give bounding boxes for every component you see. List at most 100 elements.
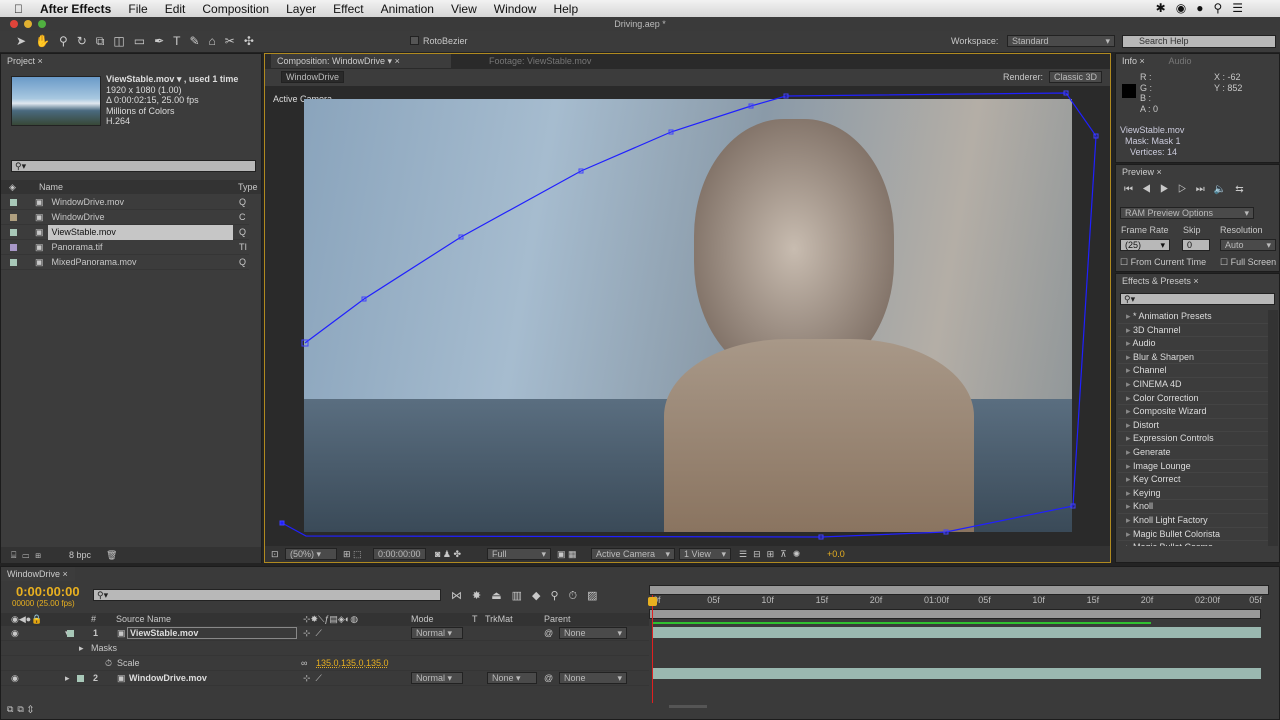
project-footer-icons[interactable]: ⌸▭⊞	[11, 547, 47, 563]
frame-rate-select[interactable]: (25) ▾	[1120, 239, 1170, 251]
twirl-closed-icon[interactable]: ▸	[79, 641, 84, 656]
effect-category[interactable]: ▸ Image Lounge	[1118, 460, 1268, 474]
menu-window[interactable]: Window	[494, 2, 537, 16]
label-color[interactable]	[10, 259, 17, 267]
column-type[interactable]: Type	[238, 180, 258, 194]
transparency-grid-icon[interactable]: ▣ ▦	[557, 546, 577, 562]
effect-category[interactable]: ▸ Blur & Sharpen	[1118, 351, 1268, 365]
layer-switches[interactable]: ⊹ ⟋	[303, 626, 322, 641]
time-ruler[interactable]: 0f05f10f15f20f01:00f05f10f15f20f02:00f05…	[649, 595, 1269, 607]
menu-help[interactable]: Help	[553, 2, 578, 16]
project-search-input[interactable]: ⚲▾	[11, 160, 256, 172]
menu-animation[interactable]: Animation	[381, 2, 434, 16]
from-current-time-checkbox[interactable]: ☐ From Current Time	[1120, 257, 1206, 268]
effect-category[interactable]: ▸ Distort	[1118, 419, 1268, 433]
bpc-button[interactable]: 8 bpc	[69, 547, 91, 563]
effect-category[interactable]: ▸ Generate	[1118, 446, 1268, 460]
resolution-select[interactable]: Full ▾	[487, 548, 551, 560]
link-icon[interactable]: ∞	[301, 656, 307, 671]
ram-preview-options-select[interactable]: RAM Preview Options ▾	[1120, 207, 1254, 219]
current-time-button[interactable]: 0:00:00:00	[373, 548, 426, 560]
tab-info[interactable]: Info ×	[1116, 54, 1152, 68]
trkmat-select[interactable]: None ▾	[487, 672, 537, 684]
eye-icon[interactable]: ◉	[11, 671, 19, 686]
rotobezier-checkbox[interactable]	[410, 36, 419, 45]
project-item[interactable]: ▣ Panorama.tif TI	[1, 240, 249, 255]
menu-file[interactable]: File	[128, 2, 147, 16]
views-select[interactable]: 1 View ▾	[679, 548, 731, 560]
close-window-button[interactable]	[10, 20, 18, 28]
blend-mode-select[interactable]: Normal ▾	[411, 627, 463, 639]
timeline-switch-icons[interactable]: ⋈✸⏏▥◆⚲⏱▨	[451, 589, 608, 603]
project-item[interactable]: ▣ WindowDrive.mov Q	[1, 195, 249, 210]
effect-category[interactable]: ▸ Key Correct	[1118, 473, 1268, 487]
layer-row[interactable]: ◉ ▸ 2 ▣ WindowDrive.mov ⊹ ⟋ Normal ▾ Non…	[1, 671, 649, 686]
menu-layer[interactable]: Layer	[286, 2, 316, 16]
effect-category[interactable]: ▸ Channel	[1118, 364, 1268, 378]
magnification-select[interactable]: (50%) ▾	[285, 548, 337, 560]
pickwhip-icon[interactable]: @	[544, 671, 553, 686]
playback-controls[interactable]: ⏮◀▶▷⏭🔈⇆	[1124, 184, 1253, 195]
effect-category[interactable]: ▸ * Animation Presets	[1118, 310, 1268, 324]
effect-category[interactable]: ▸ Audio	[1118, 337, 1268, 351]
menu-effect[interactable]: Effect	[333, 2, 363, 16]
effects-scrollbar[interactable]	[1268, 310, 1278, 546]
effect-category[interactable]: ▸ Color Correction	[1118, 392, 1268, 406]
effect-category[interactable]: ▸ CINEMA 4D	[1118, 378, 1268, 392]
viewer-option-icons[interactable]: ☰⊟⊞⊼✺	[739, 546, 806, 562]
tab-audio[interactable]: Audio	[1169, 56, 1192, 66]
trash-icon[interactable]: 🗑	[106, 547, 117, 563]
playhead-handle[interactable]	[648, 597, 657, 606]
layer-row[interactable]: ◉ ▾ 1 ▣ ViewStable.mov ⊹ ⟋ Normal ▾ @ No…	[1, 626, 649, 641]
zoom-slider[interactable]	[669, 705, 707, 708]
label-color[interactable]	[77, 675, 84, 682]
masks-row[interactable]: ▸ Masks	[1, 641, 649, 656]
effect-category[interactable]: ▸ Composite Wizard	[1118, 405, 1268, 419]
apple-icon[interactable]: 	[14, 2, 23, 16]
effect-category[interactable]: ▸ Expression Controls	[1118, 432, 1268, 446]
blend-mode-select[interactable]: Normal ▾	[411, 672, 463, 684]
effect-category[interactable]: ▸ Keying	[1118, 487, 1268, 501]
minimize-window-button[interactable]	[24, 20, 32, 28]
layer-switches[interactable]: ⊹ ⟋	[303, 671, 322, 686]
exposure-value[interactable]: +0.0	[827, 546, 845, 562]
preview-resolution-select[interactable]: Auto ▾	[1220, 239, 1276, 251]
menu-app[interactable]: After Effects	[40, 2, 111, 16]
label-color[interactable]	[67, 630, 74, 637]
menu-composition[interactable]: Composition	[202, 2, 269, 16]
layer-name[interactable]: WindowDrive.mov	[129, 671, 207, 686]
tab-project[interactable]: Project ×	[1, 54, 56, 68]
pickwhip-icon[interactable]: @	[544, 626, 553, 641]
eye-icon[interactable]: ◉	[11, 626, 19, 641]
stopwatch-icon[interactable]: ⏱	[105, 656, 112, 671]
project-item[interactable]: ▣ MixedPanorama.mov Q	[1, 255, 249, 270]
label-color[interactable]	[10, 244, 17, 252]
camera-select[interactable]: Active Camera ▾	[591, 548, 675, 560]
effect-category[interactable]: ▸ Knoll Light Factory	[1118, 514, 1268, 528]
twirl-closed-icon[interactable]: ▸	[65, 671, 70, 686]
layer-bar-1[interactable]	[653, 627, 1261, 638]
full-screen-checkbox[interactable]: ☐ Full Screen	[1220, 257, 1276, 268]
scale-row[interactable]: ⏱ Scale ∞ 135.0,135.0,135.0	[1, 656, 649, 671]
zoom-window-button[interactable]	[38, 20, 46, 28]
mask-path[interactable]	[265, 54, 1112, 564]
toggle-viewer-icon[interactable]: ⊡	[271, 546, 279, 562]
parent-select[interactable]: None ▾	[559, 627, 627, 639]
snapshot-icon[interactable]: ◙ ♟ ✤	[435, 546, 461, 562]
layer-bar-2[interactable]	[653, 668, 1261, 679]
project-item[interactable]: ▣ ViewStable.mov Q	[1, 225, 249, 240]
effect-category[interactable]: ▸ 3D Channel	[1118, 324, 1268, 338]
time-navigator[interactable]	[649, 585, 1269, 595]
scale-value[interactable]: 135.0,135.0,135.0	[316, 656, 389, 671]
workspace-select[interactable]: Standard ▾	[1007, 35, 1115, 47]
label-color[interactable]	[10, 199, 17, 207]
effect-category[interactable]: ▸ Knoll	[1118, 500, 1268, 514]
timeline-footer-icons[interactable]: ⧉⧉⇳	[7, 704, 37, 715]
safe-zones-icon[interactable]: ⊞ ⬚	[343, 546, 362, 562]
effects-search-input[interactable]: ⚲▾	[1120, 293, 1275, 305]
parent-select[interactable]: None ▾	[559, 672, 627, 684]
work-area-bar[interactable]	[649, 609, 1261, 619]
label-color[interactable]	[10, 229, 17, 237]
effect-category[interactable]: ▸ Magic Bullet Cosmo	[1118, 541, 1268, 546]
current-time-indicator[interactable]	[652, 595, 653, 703]
